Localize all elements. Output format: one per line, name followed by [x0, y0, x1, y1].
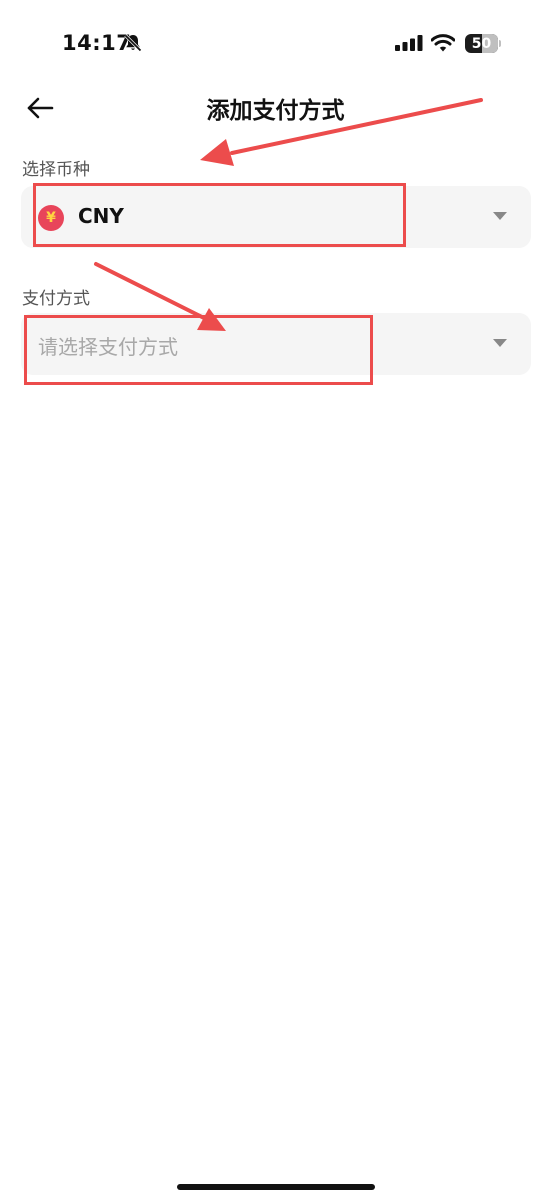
battery-icon: 50	[465, 34, 498, 53]
status-time: 14:17	[62, 31, 132, 55]
currency-label: 选择币种	[22, 160, 90, 180]
annotation-arrow-to-payment	[94, 262, 206, 320]
annotation-arrows	[94, 98, 483, 331]
payment-method-label: 支付方式	[22, 289, 90, 309]
page-title: 添加支付方式	[206, 98, 345, 124]
chevron-down-icon	[493, 339, 507, 347]
status-bar: 14:17 50	[0, 0, 551, 90]
battery-tip	[499, 40, 501, 47]
annotation-box-payment	[24, 315, 373, 385]
bell-slash-icon	[124, 34, 142, 52]
home-indicator[interactable]	[177, 1184, 375, 1190]
chevron-down-icon	[493, 212, 507, 220]
wifi-icon	[431, 34, 455, 52]
annotation-arrowhead-currency	[200, 139, 234, 166]
cellular-signal-icon	[395, 35, 423, 51]
battery-level: 50	[471, 35, 492, 52]
annotation-box-currency	[33, 183, 406, 247]
